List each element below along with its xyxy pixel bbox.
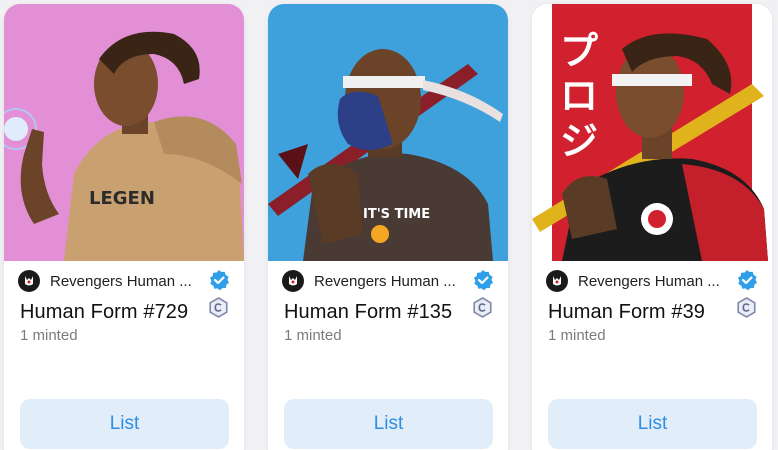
nft-artwork[interactable]: IT'S TIME: [268, 4, 508, 261]
collection-name[interactable]: Revengers Human ...: [50, 273, 192, 290]
artwork-character-blue-mask: IT'S TIME: [268, 4, 508, 261]
verified-badge-icon: [736, 269, 758, 291]
nft-artwork[interactable]: LEGEN: [4, 4, 244, 261]
collection-name[interactable]: Revengers Human ...: [578, 273, 720, 290]
artwork-character-red-jacket: プ ロ ジ: [532, 4, 772, 261]
minted-count: 1 minted: [284, 327, 342, 344]
collection-row[interactable]: Revengers Human ...: [282, 269, 494, 293]
collection-avatar-icon: [546, 270, 568, 292]
list-button[interactable]: List: [20, 399, 229, 449]
nft-card[interactable]: LEGEN Revengers Human ... Human Form #72…: [4, 4, 244, 450]
list-button[interactable]: List: [284, 399, 493, 449]
copyright-icon: [736, 297, 757, 318]
list-button[interactable]: List: [548, 399, 757, 449]
svg-text:プ: プ: [560, 29, 598, 73]
nft-title: Human Form #729: [20, 301, 189, 323]
collection-avatar-icon: [282, 270, 304, 292]
minted-count: 1 minted: [548, 327, 606, 344]
verified-badge-icon: [472, 269, 494, 291]
nft-title: Human Form #39: [548, 301, 706, 323]
copyright-icon: [208, 297, 229, 318]
verified-badge-icon: [208, 269, 230, 291]
minted-count: 1 minted: [20, 327, 78, 344]
nft-artwork[interactable]: プ ロ ジ: [532, 4, 772, 261]
collection-avatar-icon: [18, 270, 40, 292]
nft-title: Human Form #135: [284, 301, 453, 323]
nft-card[interactable]: IT'S TIME Revengers Human ... Human Form…: [268, 4, 508, 450]
collection-row[interactable]: Revengers Human ...: [546, 269, 758, 293]
copyright-icon: [472, 297, 493, 318]
svg-text:ジ: ジ: [560, 119, 598, 163]
svg-text:LEGEN: LEGEN: [89, 188, 155, 209]
svg-text:ロ: ロ: [560, 74, 598, 118]
artwork-character-pink-hoodie: LEGEN: [4, 4, 244, 261]
collection-row[interactable]: Revengers Human ...: [18, 269, 230, 293]
collection-name[interactable]: Revengers Human ...: [314, 273, 456, 290]
shirt-print: IT'S TIME: [363, 207, 430, 222]
nft-card[interactable]: プ ロ ジ Revengers Human ... Human Form #39…: [532, 4, 772, 450]
